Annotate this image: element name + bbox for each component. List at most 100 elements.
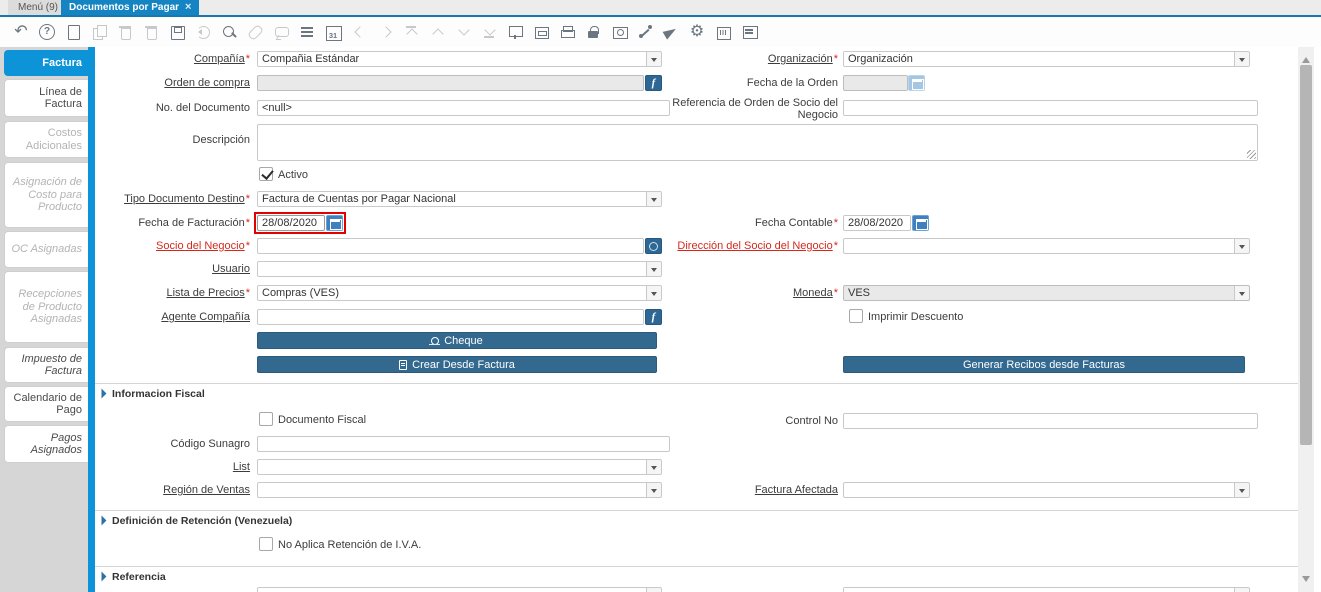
parent-record-icon[interactable] (428, 23, 446, 41)
save-icon[interactable] (168, 23, 186, 41)
sidebar-tab-factura[interactable]: Factura (4, 50, 88, 76)
fecha-orden-calendar-button[interactable] (908, 75, 925, 91)
dropdown-arrow-icon[interactable] (646, 262, 661, 276)
scroll-up-icon[interactable] (1302, 53, 1310, 63)
label-moneda[interactable]: Moneda* (640, 287, 838, 299)
referencia-orden-socio-input[interactable] (843, 100, 1258, 116)
label-tipo-documento-destino[interactable]: Tipo Documento Destino* (95, 193, 250, 205)
next-record-icon[interactable] (376, 23, 394, 41)
fecha-contable-calendar-button[interactable] (912, 215, 929, 231)
label-list[interactable]: List (95, 461, 250, 473)
vertical-scrollbar[interactable] (1298, 47, 1314, 592)
sidebar-tab-calendario-de-pago[interactable]: Calendario de Pago (4, 386, 88, 422)
previous-record-icon[interactable] (350, 23, 368, 41)
control-no-input[interactable] (843, 413, 1258, 429)
dropdown-arrow-icon[interactable] (1234, 483, 1249, 497)
archive-icon[interactable] (532, 23, 550, 41)
lock-icon[interactable] (584, 23, 602, 41)
scroll-down-icon[interactable] (1302, 576, 1310, 586)
label-region-de-ventas[interactable]: Región de Ventas (95, 484, 250, 496)
label-lista-de-precios[interactable]: Lista de Precios* (95, 287, 250, 299)
label-factura-afectada[interactable]: Factura Afectada (640, 484, 838, 496)
copy-record-icon[interactable] (90, 23, 108, 41)
report-icon[interactable] (506, 23, 524, 41)
preferences-gear-icon[interactable]: ⚙ (688, 23, 706, 41)
first-record-icon[interactable] (402, 23, 420, 41)
product-info-icon[interactable] (714, 23, 732, 41)
label-direccion-socio[interactable]: Dirección del Socio del Negocio* (640, 240, 838, 252)
dropdown-arrow-icon[interactable] (1234, 588, 1249, 592)
chat-icon[interactable] (272, 23, 290, 41)
agente-compania-field[interactable] (257, 309, 644, 325)
label-organizacion[interactable]: Organización* (640, 53, 838, 65)
scrollbar-thumb[interactable] (1300, 65, 1312, 445)
cheque-button[interactable]: Cheque (257, 332, 657, 349)
tab-documentos-por-pagar[interactable]: Documentos por Pagar × (61, 0, 199, 15)
refresh-icon[interactable] (194, 23, 212, 41)
tipo-documento-destino-select[interactable]: Factura de Cuentas por Pagar Nacional (257, 191, 662, 207)
socio-del-negocio-field[interactable] (257, 238, 644, 254)
direccion-socio-select[interactable] (843, 238, 1250, 254)
referencia-select-right[interactable] (843, 587, 1250, 592)
dropdown-arrow-icon[interactable] (646, 588, 661, 592)
label-agente-compania[interactable]: Agente Compañía (95, 311, 250, 323)
section-divider (95, 510, 1298, 511)
new-record-icon[interactable] (64, 23, 82, 41)
attachment-icon[interactable] (246, 23, 264, 41)
usuario-select[interactable] (257, 261, 662, 277)
delete-selection-icon[interactable] (142, 23, 160, 41)
undo-icon[interactable]: ↶ (12, 23, 30, 41)
no-aplica-retencion-checkbox[interactable] (259, 537, 273, 551)
activo-checkbox[interactable] (259, 167, 273, 181)
no-del-documento-input[interactable]: <null> (257, 100, 670, 116)
help-panel-icon[interactable] (740, 23, 758, 41)
delete-record-icon[interactable] (116, 23, 134, 41)
codigo-sunagro-input[interactable] (257, 436, 670, 452)
dropdown-arrow-icon[interactable] (1234, 239, 1249, 253)
section-title-definicion-retencion[interactable]: Definición de Retención (Venezuela) (112, 515, 292, 527)
compania-select[interactable]: Compañia Estándar (257, 51, 662, 67)
dropdown-arrow-icon[interactable] (646, 192, 661, 206)
lista-de-precios-select[interactable]: Compras (VES) (257, 285, 662, 301)
collapse-arrow-icon[interactable] (97, 572, 107, 582)
detail-record-icon[interactable] (454, 23, 472, 41)
find-icon[interactable] (220, 23, 238, 41)
tab-menu[interactable]: Menú (9) (8, 0, 68, 15)
documento-fiscal-checkbox[interactable] (259, 412, 273, 426)
section-title-informacion-fiscal[interactable]: Informacion Fiscal (112, 388, 205, 400)
list-select[interactable] (257, 459, 662, 475)
fecha-facturacion-input[interactable]: 28/08/2020 (257, 215, 325, 231)
factura-afectada-select[interactable] (843, 482, 1250, 498)
help-icon[interactable] (39, 24, 55, 40)
agente-compania-search-button[interactable]: f (645, 309, 662, 325)
collapse-arrow-icon[interactable] (97, 389, 107, 399)
close-tab-icon[interactable]: × (185, 2, 191, 13)
label-compania[interactable]: Compañía* (95, 53, 250, 65)
send-mail-icon[interactable] (662, 23, 680, 41)
last-record-icon[interactable] (480, 23, 498, 41)
crear-desde-factura-button[interactable]: Crear Desde Factura (257, 356, 657, 373)
label-usuario[interactable]: Usuario (95, 263, 250, 275)
workflow-icon[interactable] (636, 23, 654, 41)
sidebar-tab-linea-de-factura[interactable]: Línea de Factura (4, 79, 88, 117)
sidebar-tab-impuesto-de-factura[interactable]: Impuesto de Factura (4, 347, 88, 383)
grid-toggle-icon[interactable] (298, 23, 316, 41)
collapse-arrow-icon[interactable] (97, 516, 107, 526)
referencia-select-left[interactable] (257, 587, 662, 592)
print-icon[interactable] (558, 23, 576, 41)
region-de-ventas-select[interactable] (257, 482, 662, 498)
descripcion-textarea[interactable] (257, 124, 1258, 161)
section-title-referencia[interactable]: Referencia (112, 571, 166, 583)
fecha-facturacion-calendar-button[interactable] (326, 215, 343, 231)
dropdown-arrow-icon[interactable] (646, 460, 661, 474)
label-socio-del-negocio[interactable]: Socio del Negocio* (95, 240, 250, 252)
calendar-icon[interactable]: 31 (324, 23, 342, 41)
generar-recibos-button[interactable]: Generar Recibos desde Facturas (843, 356, 1245, 373)
label-orden-de-compra[interactable]: Orden de compra (95, 77, 250, 89)
sidebar-tab-pagos-asignados[interactable]: Pagos Asignados (4, 425, 88, 463)
imprimir-descuento-checkbox[interactable] (849, 309, 863, 323)
fecha-contable-input[interactable]: 28/08/2020 (843, 215, 911, 231)
organizacion-select[interactable]: Organización (843, 51, 1250, 67)
record-access-icon[interactable] (610, 23, 628, 41)
dropdown-arrow-icon[interactable] (1234, 52, 1249, 66)
